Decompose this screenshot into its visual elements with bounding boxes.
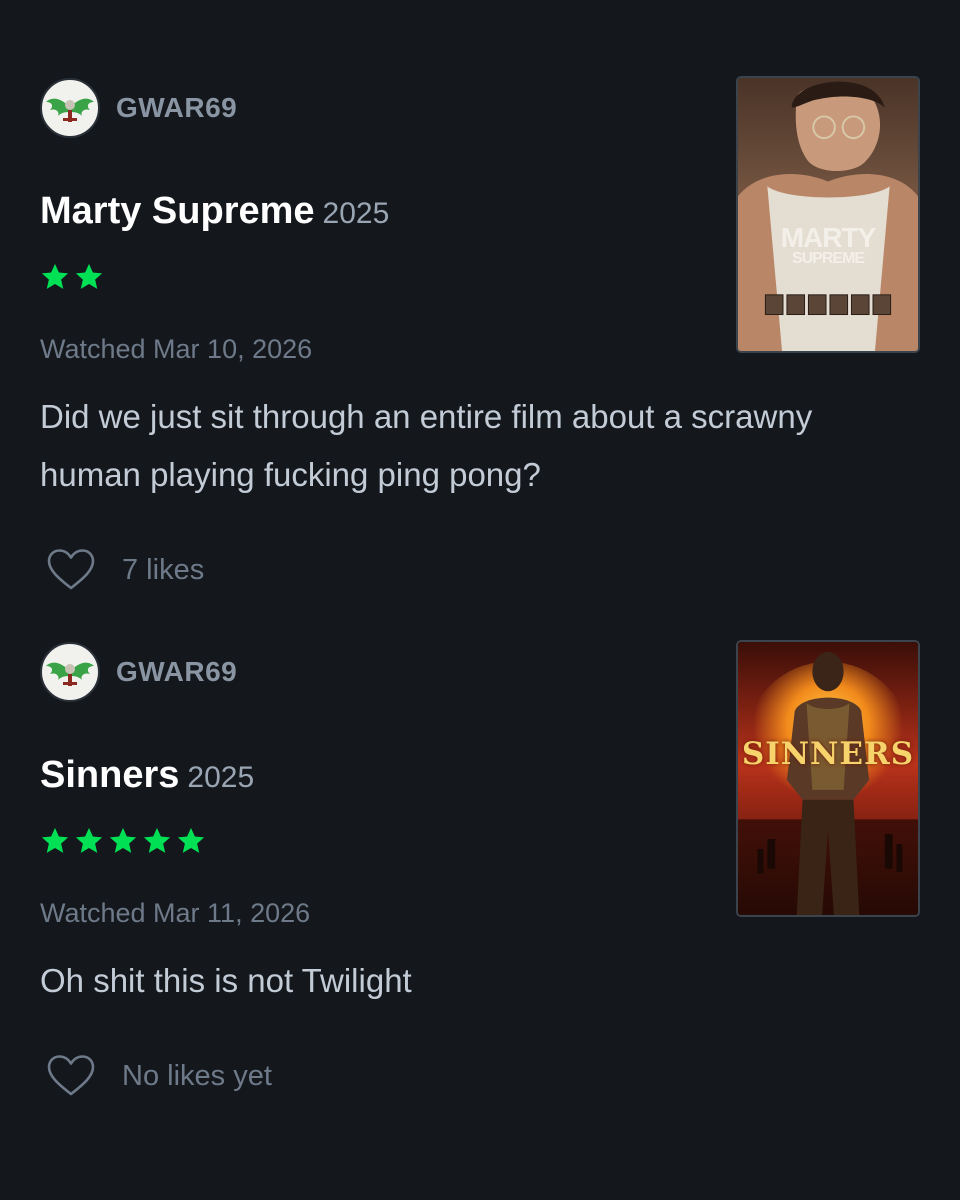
star-icon	[75, 827, 103, 853]
star-icon	[75, 263, 103, 289]
avatar[interactable]	[40, 78, 100, 138]
winged-skull-logo-icon	[46, 98, 94, 122]
film-poster[interactable]: MARTY SUPREME	[736, 76, 920, 353]
like-button[interactable]	[46, 1054, 96, 1098]
film-year[interactable]: 2025	[187, 761, 254, 794]
avatar[interactable]	[40, 642, 100, 702]
review-card[interactable]: GWAR69 Sinners 2025 Watched Mar 11, 2026 …	[0, 640, 960, 1120]
poster-image	[738, 78, 918, 351]
review-body: Did we just sit through an entire film a…	[40, 398, 813, 493]
film-title[interactable]: Marty Supreme	[40, 190, 315, 232]
likes-count[interactable]: No likes yet	[122, 1060, 272, 1093]
winged-skull-logo-icon	[46, 662, 94, 686]
heart-outline-icon	[47, 549, 95, 590]
star-icon	[109, 827, 137, 853]
star-icon	[41, 827, 69, 853]
review-body: Oh shit this is not Twilight	[40, 962, 412, 999]
film-poster[interactable]: SINNERS	[736, 640, 920, 917]
likes-row: 7 likes	[46, 548, 204, 592]
watched-date: Watched Mar 11, 2026	[40, 898, 311, 928]
film-title[interactable]: Sinners	[40, 754, 179, 796]
poster-title-line: MARTY	[780, 222, 877, 253]
likes-row: No likes yet	[46, 1054, 272, 1098]
poster-title: MARTY SUPREME	[738, 222, 918, 268]
reviewer-row[interactable]: GWAR69	[40, 76, 237, 140]
film-title-row[interactable]: Sinners 2025	[40, 754, 254, 797]
like-button[interactable]	[46, 548, 96, 592]
star-icon	[41, 263, 69, 289]
username[interactable]: GWAR69	[116, 656, 237, 688]
username[interactable]: GWAR69	[116, 92, 237, 124]
star-rating	[40, 826, 206, 856]
film-year[interactable]: 2025	[323, 197, 390, 230]
poster-title: SINNERS	[741, 736, 915, 772]
review-feed: GWAR69 Marty Supreme 2025 Watched Mar 10,…	[0, 0, 960, 1200]
star-rating	[40, 262, 104, 292]
star-icon	[177, 827, 205, 853]
review-card[interactable]: GWAR69 Marty Supreme 2025 Watched Mar 10,…	[0, 76, 960, 616]
reviewer-row[interactable]: GWAR69	[40, 640, 237, 704]
likes-count[interactable]: 7 likes	[122, 554, 204, 587]
poster-title-line: SUPREME	[791, 250, 865, 267]
heart-outline-icon	[47, 1055, 95, 1096]
film-title-row[interactable]: Marty Supreme 2025	[40, 190, 389, 233]
poster-image	[738, 642, 918, 915]
star-icon	[143, 827, 171, 853]
watched-date: Watched Mar 10, 2026	[40, 334, 313, 364]
